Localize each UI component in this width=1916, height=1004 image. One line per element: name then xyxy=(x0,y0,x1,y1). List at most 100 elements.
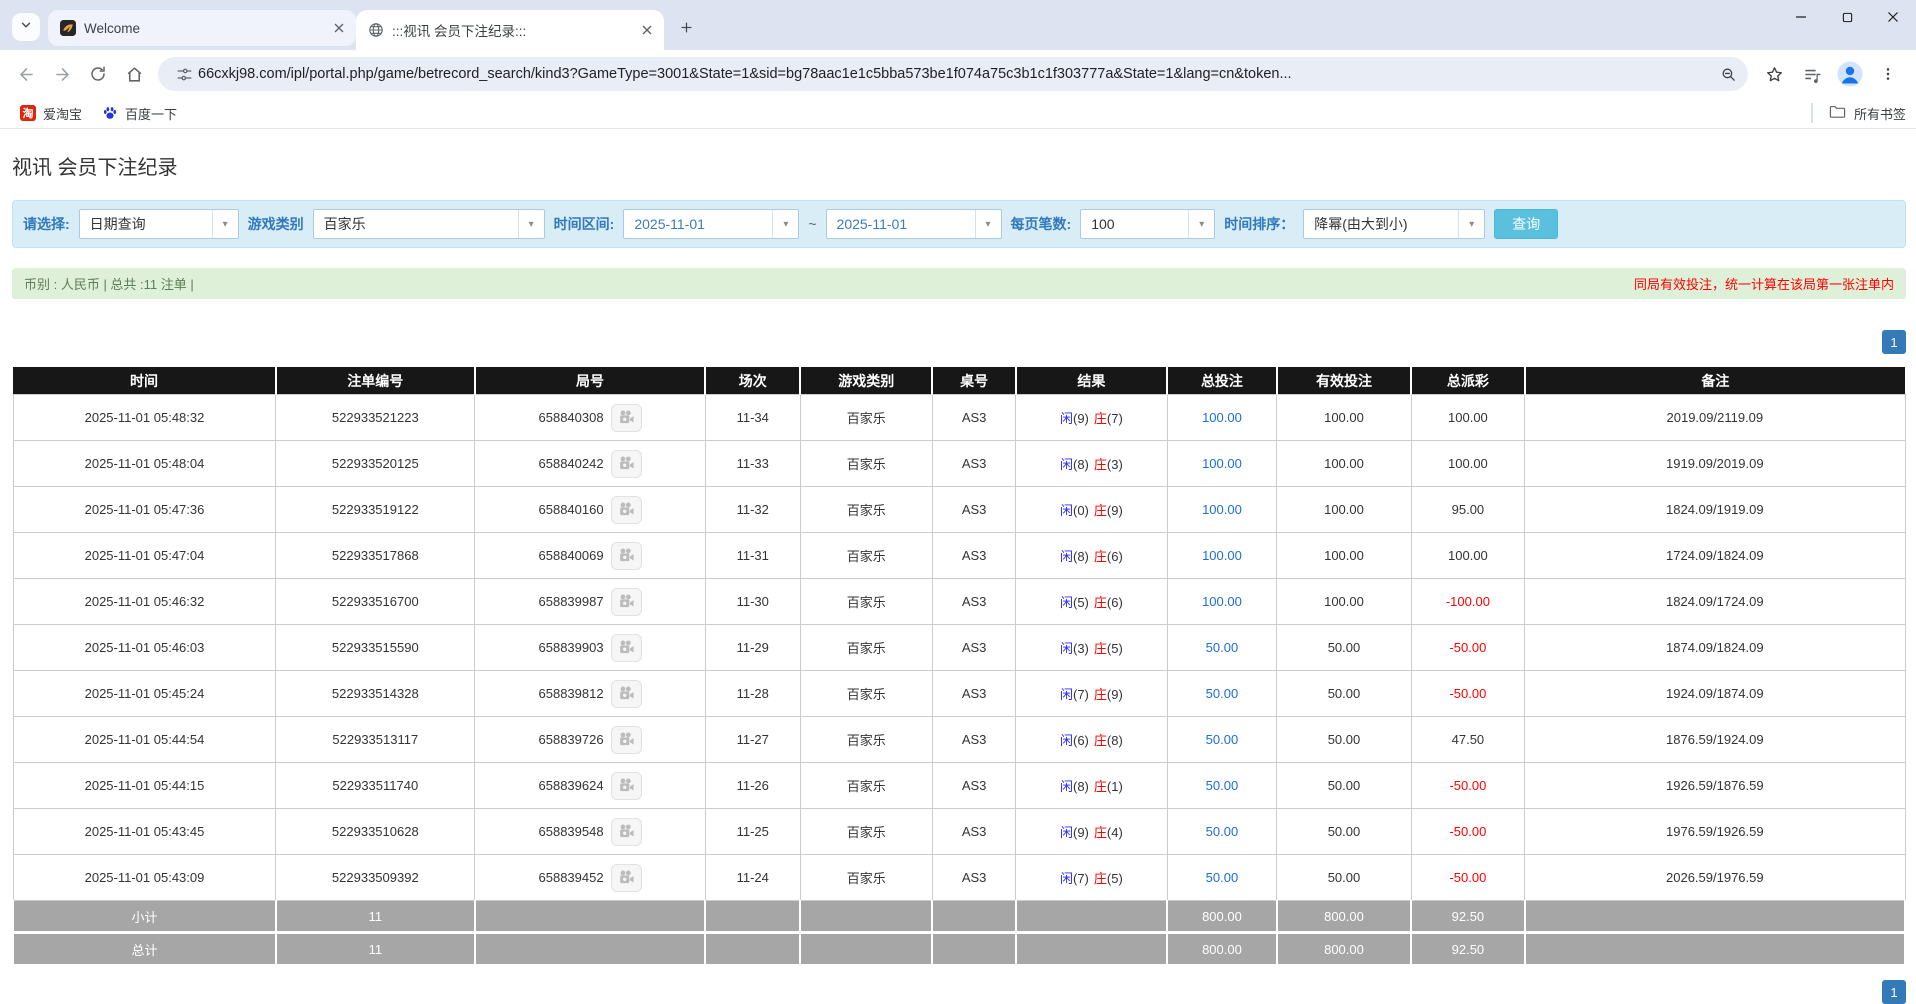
table-row: 2025-11-01 05:46:03 522933515590 6588399… xyxy=(13,625,1905,671)
video-replay-button[interactable] xyxy=(611,542,642,570)
cell-bet-id: 522933509392 xyxy=(276,855,475,901)
close-window-button[interactable] xyxy=(1870,0,1916,34)
summary-total-bet: 800.00 xyxy=(1167,933,1277,966)
tab-bet-record[interactable]: :::视讯 会员下注纪录::: xyxy=(356,10,664,50)
cell-round: 658840069 xyxy=(475,533,706,579)
cell-round: 658839726 xyxy=(475,717,706,763)
video-replay-button[interactable] xyxy=(611,772,642,800)
profile-avatar[interactable] xyxy=(1836,60,1864,88)
cell-total-bet[interactable]: 100.00 xyxy=(1167,487,1277,533)
tab-welcome[interactable]: Welcome xyxy=(48,10,356,46)
cell-bet-id: 522933517868 xyxy=(276,533,475,579)
cell-total-bet[interactable]: 100.00 xyxy=(1167,441,1277,487)
reload-button[interactable] xyxy=(80,56,116,92)
filter-bar: 请选择: 日期查询 ▾ 游戏类别 百家乐 ▾ 时间区间: 2025-11-01 … xyxy=(12,200,1906,248)
zoom-icon[interactable] xyxy=(1714,60,1742,88)
url-bar[interactable]: 66cxkj98.com/ipl/portal.php/game/betreco… xyxy=(158,57,1748,91)
cell-result: 闲(9)庄(4) xyxy=(1016,809,1167,855)
table-row: 2025-11-01 05:46:32 522933516700 6588399… xyxy=(13,579,1905,625)
cell-note: 1919.09/2019.09 xyxy=(1525,441,1905,487)
cell-session: 11-34 xyxy=(705,395,800,441)
media-controls-icon[interactable] xyxy=(1798,60,1826,88)
video-replay-button[interactable] xyxy=(611,404,642,432)
game-type-select[interactable]: 百家乐 ▾ xyxy=(313,209,545,239)
cell-result: 闲(7)庄(5) xyxy=(1016,855,1167,901)
video-replay-button[interactable] xyxy=(611,588,642,616)
bookmark-baidu[interactable]: 百度一下 xyxy=(92,101,187,126)
chevron-down-icon[interactable]: ▾ xyxy=(212,210,238,238)
menu-dots-icon[interactable] xyxy=(1874,60,1902,88)
date-from-select[interactable]: 2025-11-01 ▾ xyxy=(623,209,799,239)
cell-total-bet[interactable]: 50.00 xyxy=(1167,671,1277,717)
date-to-select[interactable]: 2025-11-01 ▾ xyxy=(826,209,1002,239)
summary-payout: 92.50 xyxy=(1411,933,1525,966)
cell-session: 11-27 xyxy=(705,717,800,763)
cell-game-type: 百家乐 xyxy=(800,809,932,855)
sort-select[interactable]: 降幂(由大到小) ▾ xyxy=(1303,209,1485,239)
query-type-select[interactable]: 日期查询 ▾ xyxy=(79,209,239,239)
cell-note: 1926.59/1876.59 xyxy=(1525,763,1905,809)
per-page-select[interactable]: 100 ▾ xyxy=(1080,209,1215,239)
minimize-button[interactable] xyxy=(1778,0,1824,34)
video-replay-button[interactable] xyxy=(611,496,642,524)
cell-game-type: 百家乐 xyxy=(800,395,932,441)
summary-label: 总计 xyxy=(13,933,276,966)
tab-close-icon[interactable] xyxy=(638,21,656,39)
cell-total-bet[interactable]: 100.00 xyxy=(1167,533,1277,579)
cell-note: 2019.09/2119.09 xyxy=(1525,395,1905,441)
url-text[interactable]: 66cxkj98.com/ipl/portal.php/game/betreco… xyxy=(198,66,1714,82)
video-replay-button[interactable] xyxy=(611,680,642,708)
new-tab-button[interactable] xyxy=(672,13,700,41)
cell-session: 11-30 xyxy=(705,579,800,625)
cell-total-bet[interactable]: 50.00 xyxy=(1167,763,1277,809)
video-replay-button[interactable] xyxy=(611,864,642,892)
note-warning-text: 同局有效投注，统一计算在该局第一张注单内 xyxy=(1634,274,1894,293)
video-replay-button[interactable] xyxy=(611,726,642,754)
cell-payout: 100.00 xyxy=(1411,533,1525,579)
cell-total-bet[interactable]: 50.00 xyxy=(1167,855,1277,901)
cell-time: 2025-11-01 05:43:45 xyxy=(13,809,276,855)
summary-total-bet: 800.00 xyxy=(1167,901,1277,933)
cell-table-no: AS3 xyxy=(932,855,1015,901)
search-button[interactable]: 查询 xyxy=(1494,209,1558,239)
chevron-down-icon[interactable]: ▾ xyxy=(1458,210,1484,238)
cell-game-type: 百家乐 xyxy=(800,717,932,763)
all-bookmarks[interactable]: 所有书签 xyxy=(1811,103,1906,123)
chevron-down-icon[interactable]: ▾ xyxy=(772,210,798,238)
cell-valid-bet: 100.00 xyxy=(1277,579,1411,625)
chevron-down-icon[interactable]: ▾ xyxy=(975,210,1001,238)
table-row: 2025-11-01 05:48:32 522933521223 6588403… xyxy=(13,395,1905,441)
cell-session: 11-28 xyxy=(705,671,800,717)
cell-total-bet[interactable]: 50.00 xyxy=(1167,809,1277,855)
cell-note: 1924.09/1874.09 xyxy=(1525,671,1905,717)
page-1-button[interactable]: 1 xyxy=(1882,330,1906,354)
tab-close-icon[interactable] xyxy=(330,19,348,37)
page-1-button[interactable]: 1 xyxy=(1882,980,1906,1004)
cell-game-type: 百家乐 xyxy=(800,487,932,533)
table-row: 2025-11-01 05:43:09 522933509392 6588394… xyxy=(13,855,1905,901)
site-controls-icon[interactable] xyxy=(170,60,198,88)
forward-button[interactable] xyxy=(44,56,80,92)
bookmark-taobao[interactable]: 淘 爱淘宝 xyxy=(10,101,92,126)
maximize-button[interactable] xyxy=(1824,0,1870,34)
tab-search-button[interactable] xyxy=(12,13,40,41)
cell-bet-id: 522933516700 xyxy=(276,579,475,625)
video-replay-button[interactable] xyxy=(611,450,642,478)
cell-valid-bet: 50.00 xyxy=(1277,763,1411,809)
chevron-down-icon[interactable]: ▾ xyxy=(518,210,544,238)
video-replay-button[interactable] xyxy=(611,634,642,662)
cell-note: 1724.09/1824.09 xyxy=(1525,533,1905,579)
home-button[interactable] xyxy=(116,56,152,92)
cell-round: 658840242 xyxy=(475,441,706,487)
cell-payout: -50.00 xyxy=(1411,763,1525,809)
back-button[interactable] xyxy=(8,56,44,92)
cell-total-bet[interactable]: 50.00 xyxy=(1167,717,1277,763)
bookmark-label: 百度一下 xyxy=(125,104,177,123)
video-replay-button[interactable] xyxy=(611,818,642,846)
bookmark-star-icon[interactable] xyxy=(1760,60,1788,88)
cell-total-bet[interactable]: 100.00 xyxy=(1167,395,1277,441)
chevron-down-icon[interactable]: ▾ xyxy=(1188,210,1214,238)
cell-total-bet[interactable]: 50.00 xyxy=(1167,625,1277,671)
round-id: 658840160 xyxy=(539,502,604,517)
cell-total-bet[interactable]: 100.00 xyxy=(1167,579,1277,625)
